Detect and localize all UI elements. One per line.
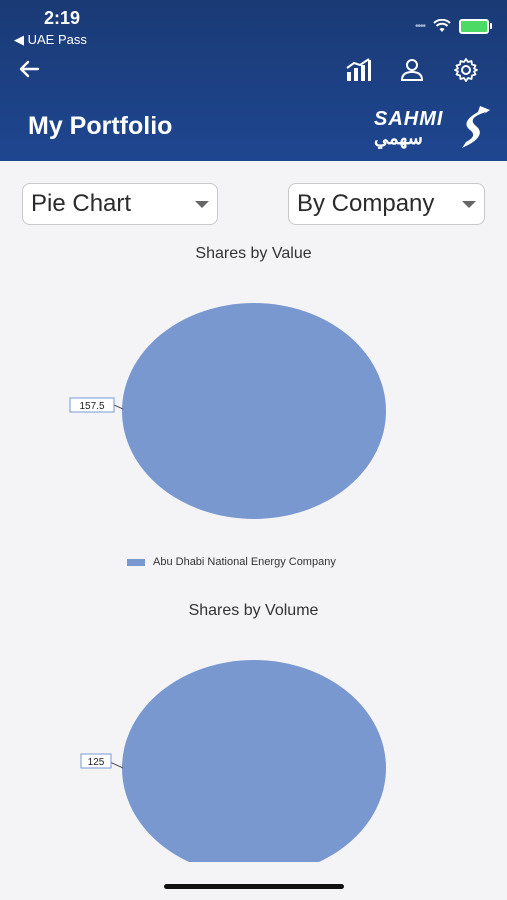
- pie-slice[interactable]: [122, 303, 386, 519]
- data-label-leader: [113, 404, 124, 410]
- data-label: 125: [88, 757, 105, 768]
- wifi-icon: [433, 19, 451, 32]
- volume-pie-chart: 125: [80, 660, 386, 862]
- gear-icon[interactable]: [452, 56, 480, 84]
- chart-title-value: Shares by Value: [195, 245, 312, 262]
- bar-chart-icon[interactable]: [344, 56, 372, 84]
- logo-mark-icon: [462, 106, 490, 148]
- group-by-select[interactable]: By Company: [288, 183, 485, 225]
- home-indicator[interactable]: [164, 884, 344, 889]
- status-indicators: ••••: [414, 16, 492, 36]
- signal-icon: ••••: [414, 20, 426, 32]
- group-by-value: By Company: [297, 190, 435, 217]
- back-arrow-icon[interactable]: [16, 56, 42, 82]
- chevron-down-icon: [462, 200, 476, 208]
- app-header: 2:19 ◀ UAE Pass •••• My Portfolio SAHMI: [0, 0, 507, 161]
- data-label-leader: [109, 761, 124, 769]
- chart-type-value: Pie Chart: [31, 190, 132, 217]
- legend-swatch: [127, 558, 145, 566]
- value-pie-chart: 157.5: [69, 303, 386, 519]
- sahmi-logo: SAHMI سهمي: [372, 104, 492, 150]
- legend-label: Abu Dhabi National Energy Company: [153, 556, 336, 568]
- chart-type-select[interactable]: Pie Chart: [22, 183, 218, 225]
- status-time: 2:19: [44, 8, 81, 28]
- back-to-app-link[interactable]: ◀ UAE Pass: [14, 32, 87, 48]
- data-label: 157.5: [79, 401, 104, 412]
- battery-icon: [459, 18, 492, 34]
- page-title: My Portfolio: [28, 112, 173, 140]
- chart-legend: Abu Dhabi National Energy Company: [127, 556, 336, 568]
- logo-text-ar: سهمي: [374, 128, 423, 148]
- chevron-down-icon: [195, 200, 209, 208]
- chart-title-volume: Shares by Volume: [188, 602, 319, 619]
- user-icon[interactable]: [398, 56, 426, 84]
- pie-slice[interactable]: [122, 660, 386, 862]
